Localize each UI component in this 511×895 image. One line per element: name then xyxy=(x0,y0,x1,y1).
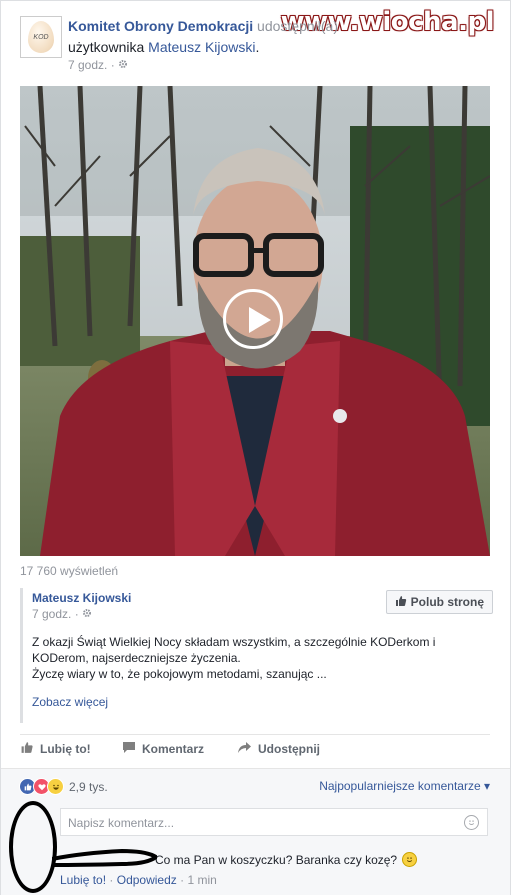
thumbs-up-icon xyxy=(20,741,34,757)
view-count: 17 760 wyświetleń xyxy=(20,564,119,578)
user-name-link[interactable]: Mateusz Kijowski xyxy=(148,39,255,55)
body-line: Życzę wiary w to, że pokojowym metodami,… xyxy=(32,667,327,681)
video-player[interactable] xyxy=(20,86,490,556)
smiley-icon[interactable] xyxy=(464,815,479,830)
gear-icon[interactable] xyxy=(118,58,128,72)
sort-label: Najpopularniejsze komentarze xyxy=(319,779,481,793)
chevron-down-icon: ▾ xyxy=(483,779,490,793)
post-meta: 7 godz. · xyxy=(68,58,128,72)
haha-reaction-icon xyxy=(47,778,64,795)
comment-reply-link[interactable]: Odpowiedz xyxy=(117,873,177,887)
share-button[interactable]: Udostępnij xyxy=(237,741,320,757)
shared-meta: 7 godz. · xyxy=(32,607,92,621)
post-header-text: Komitet Obrony Demokracji udostępnił(a) … xyxy=(68,16,488,58)
body-line: KODerom, najserdeczniejsze życzenia. xyxy=(32,651,241,665)
share-icon xyxy=(237,741,252,757)
page-name-link[interactable]: Komitet Obrony Demokracji xyxy=(68,18,253,34)
header-suffix: . xyxy=(255,39,260,55)
header-prefix: użytkownika xyxy=(68,39,145,55)
thumbs-up-icon xyxy=(395,595,407,610)
comment-icon xyxy=(122,741,136,757)
meta-separator: · xyxy=(109,873,114,887)
see-more-link[interactable]: Zobacz więcej xyxy=(32,695,108,709)
post-time[interactable]: 7 godz. xyxy=(68,58,107,72)
divider xyxy=(20,734,490,735)
comment-like-link[interactable]: Lubię to! xyxy=(60,873,106,887)
comment-label: Komentarz xyxy=(142,742,205,756)
black-pointer-drawing xyxy=(52,848,157,868)
shared-author-link[interactable]: Mateusz Kijowski xyxy=(32,591,131,605)
reactions-summary[interactable]: 2,9 tys. xyxy=(19,778,108,795)
body-line: Z okazji Świąt Wielkiej Nocy składam wsz… xyxy=(32,635,436,649)
like-page-label: Polub stronę xyxy=(410,595,484,609)
comment-text-row: Co ma Pan w koszyczku? Baranka czy kozę? xyxy=(155,852,418,867)
like-label: Lubię to! xyxy=(40,742,91,756)
reaction-count: 2,9 tys. xyxy=(69,779,108,794)
shared-text: udostępnił(a) xyxy=(257,18,338,34)
share-label: Udostępnij xyxy=(258,742,320,756)
comment-text: Co ma Pan w koszyczku? Baranka czy kozę? xyxy=(155,852,398,867)
comment-time[interactable]: 1 min xyxy=(187,873,216,887)
action-bar: Lubię to! Komentarz Udostępnij xyxy=(20,741,490,761)
comment-meta: Lubię to! · Odpowiedz · 1 min xyxy=(60,873,217,887)
smiley-emoji-icon xyxy=(402,852,418,867)
meta-separator: · xyxy=(74,607,79,621)
meta-separator: · xyxy=(180,873,185,887)
comment-sort-dropdown[interactable]: Najpopularniejsze komentarze ▾ xyxy=(319,779,490,793)
shared-post: Mateusz Kijowski 7 godz. · Polub stronę … xyxy=(20,588,493,723)
comment-placeholder: Napisz komentarz... xyxy=(68,816,175,830)
page-avatar[interactable]: KOD xyxy=(20,16,62,58)
like-page-button[interactable]: Polub stronę xyxy=(385,590,493,614)
meta-separator: · xyxy=(110,58,115,72)
kod-egg-logo: KOD xyxy=(28,21,54,53)
comment-button[interactable]: Komentarz xyxy=(122,741,204,757)
like-button[interactable]: Lubię to! xyxy=(20,741,91,757)
comment-input[interactable]: Napisz komentarz... xyxy=(60,808,488,836)
gear-icon[interactable] xyxy=(82,607,92,621)
post-card: www.wiocha.pl KOD Komitet Obrony Demokra… xyxy=(0,0,511,895)
play-icon[interactable] xyxy=(223,289,283,349)
shared-post-body: Z okazji Świąt Wielkiej Nocy składam wsz… xyxy=(32,634,487,682)
commenter-avatar-blackout xyxy=(9,801,57,893)
shared-time[interactable]: 7 godz. xyxy=(32,607,71,621)
